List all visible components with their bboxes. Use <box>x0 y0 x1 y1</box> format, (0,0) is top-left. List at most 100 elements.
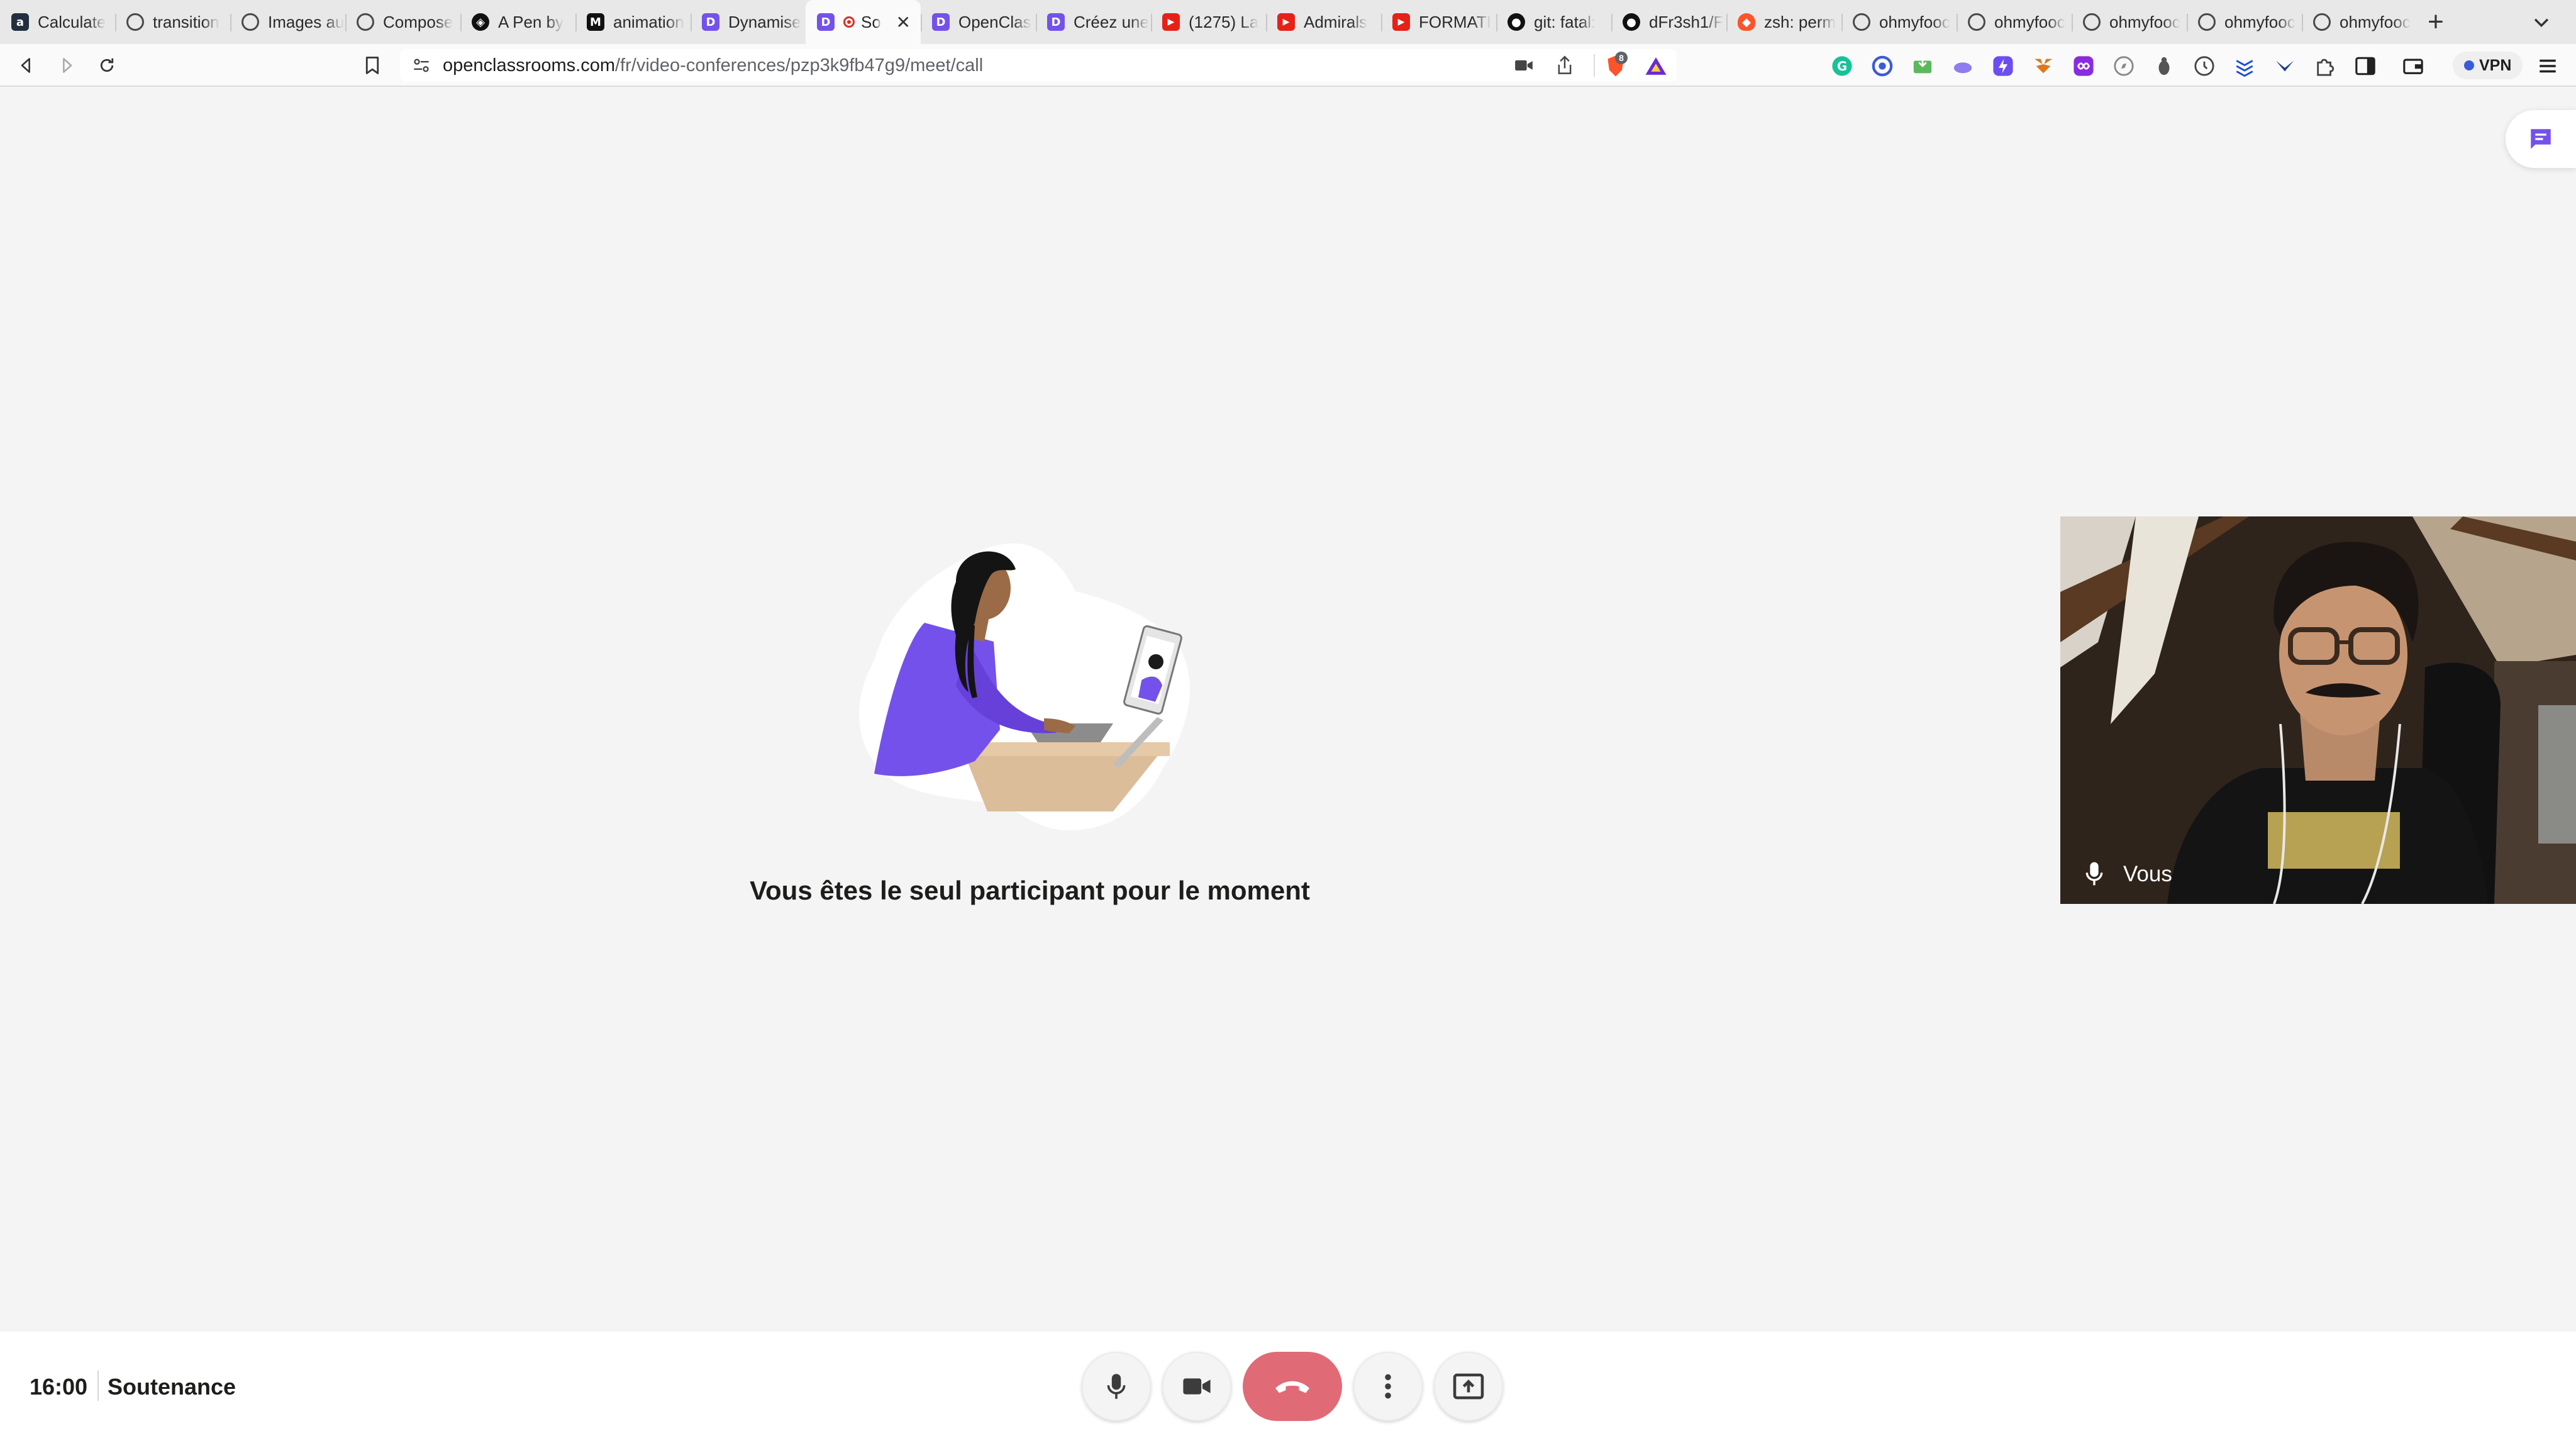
at-icon[interactable] <box>1872 55 1893 77</box>
back-button[interactable] <box>14 53 39 78</box>
github-icon: ● <box>1507 13 1525 31</box>
brave-icon: ◆ <box>1738 13 1755 31</box>
reload-button[interactable] <box>94 53 119 78</box>
layers-extension-icon[interactable] <box>2234 55 2255 77</box>
tab-title: git: fatal: <box>1534 12 1596 31</box>
camera-in-use-icon[interactable] <box>1514 58 1533 73</box>
tab-title: Images au <box>268 12 345 31</box>
divider <box>1594 54 1595 77</box>
history-extension-icon[interactable] <box>2194 55 2215 77</box>
openclassrooms-icon: D <box>932 13 950 31</box>
screen-share-icon <box>1453 1373 1484 1400</box>
more-vertical-icon <box>1385 1374 1391 1399</box>
globe-icon <box>1968 13 1985 31</box>
menu-icon[interactable] <box>2537 55 2558 77</box>
browser-tab[interactable]: ohmyfooc <box>1841 0 1957 44</box>
more-options-button[interactable] <box>1353 1352 1423 1421</box>
browser-tab[interactable]: ohmyfooc <box>1957 0 2072 44</box>
vpn-label: VPN <box>2479 56 2512 74</box>
bird-extension-icon[interactable] <box>2274 55 2296 77</box>
tab-strip: a Calculate transition Images au Compose ◈ A P… <box>0 0 2576 44</box>
self-camera-feed <box>2060 516 2576 904</box>
url-text: openclassrooms.com/fr/video-conferences/… <box>443 55 983 76</box>
globe-icon <box>242 13 259 31</box>
browser-tab[interactable]: Manimation <box>575 0 691 44</box>
image-downloader-icon[interactable] <box>1912 55 1933 77</box>
shields-count-badge: 8 <box>1615 52 1628 64</box>
self-video-tile[interactable]: Vous <box>2060 516 2576 904</box>
forward-arrow-icon <box>63 58 72 73</box>
bookmark-button[interactable] <box>360 53 385 78</box>
microphone-icon <box>2085 862 2103 886</box>
forward-button[interactable] <box>54 53 79 78</box>
browser-tab[interactable]: ▶ FORMATI <box>1381 0 1496 44</box>
site-settings-icon[interactable] <box>413 57 430 74</box>
tab-title: animation <box>613 12 684 31</box>
tab-title: ohmyfooc <box>2224 12 2296 31</box>
svg-text:G: G <box>1837 59 1847 74</box>
compass-extension-icon[interactable] <box>2113 55 2135 77</box>
browser-tab[interactable]: ohmyfooc <box>2187 0 2302 44</box>
toggle-camera-button[interactable] <box>1162 1352 1231 1421</box>
browser-tab[interactable]: Images au <box>230 0 345 44</box>
tab-title: A Pen by <box>498 12 564 31</box>
browser-tab[interactable]: ▶ (1275) La <box>1151 0 1266 44</box>
tab-title: FORMATI <box>1419 12 1492 31</box>
browser-tab[interactable]: ● dFr3sh1/F <box>1611 0 1726 44</box>
browser-tab[interactable]: D Dynamise <box>691 0 806 44</box>
tab-title: zsh: perm <box>1764 12 1836 31</box>
url-path: /fr/video-conferences/pzp3k9fb47g9/meet/… <box>615 55 984 75</box>
sidebar-icon[interactable] <box>2355 55 2376 77</box>
browser-tab[interactable]: a Calculate <box>0 0 115 44</box>
bookmark-icon <box>365 57 379 74</box>
tab-title: dFr3sh1/F <box>1649 12 1724 31</box>
metamask-icon[interactable] <box>2033 55 2054 77</box>
youtube-icon: ▶ <box>1277 13 1295 31</box>
globe-icon <box>2198 13 2216 31</box>
address-bar[interactable]: openclassrooms.com/fr/video-conferences/… <box>400 49 1677 82</box>
vpn-status-icon <box>2464 60 2474 70</box>
browser-tab[interactable]: ◆ zsh: perm <box>1726 0 1841 44</box>
youtube-icon: ▶ <box>1392 13 1410 31</box>
browser-tab[interactable]: D OpenClas <box>921 0 1036 44</box>
phone-hangup-icon <box>1275 1381 1309 1393</box>
tab-title: transition <box>153 12 219 31</box>
extensions-puzzle-icon[interactable] <box>2314 55 2336 77</box>
vpn-button[interactable]: VPN <box>2453 52 2523 79</box>
browser-tab[interactable]: ohmyfooc <box>2302 0 2417 44</box>
new-tab-button[interactable]: + <box>2417 0 2455 44</box>
youtube-icon: ▶ <box>1162 13 1180 31</box>
toggle-microphone-button[interactable] <box>1082 1352 1151 1421</box>
share-screen-button[interactable] <box>1434 1352 1503 1421</box>
chat-icon <box>2531 129 2551 149</box>
browser-tab[interactable]: ● git: fatal: <box>1496 0 1611 44</box>
github-icon: ● <box>1623 13 1640 31</box>
chevron-down-icon[interactable] <box>2531 11 2552 33</box>
browser-tab[interactable]: ▶ Admirals <box>1266 0 1381 44</box>
tab-list: a Calculate transition Images au Compose ◈ A P… <box>0 0 2417 44</box>
bug-icon[interactable] <box>2153 55 2175 77</box>
hang-up-button[interactable] <box>1243 1352 1342 1421</box>
browser-tab[interactable]: D Créez une <box>1036 0 1151 44</box>
browser-tab[interactable]: D So ✕ <box>806 0 921 44</box>
share-icon[interactable] <box>1556 55 1574 75</box>
browser-tab[interactable]: transition <box>115 0 230 44</box>
lightning-extension-icon[interactable] <box>1992 55 2014 77</box>
meeting-title: Soutenance <box>108 1374 236 1400</box>
brave-rewards-icon[interactable] <box>1644 55 1668 77</box>
openclassrooms-icon: D <box>817 13 835 31</box>
solo-participant-message: Vous êtes le seul participant pour le mo… <box>750 876 1310 905</box>
video-camera-icon <box>1183 1378 1211 1395</box>
chat-toggle-button[interactable] <box>2506 110 2576 168</box>
browser-tab[interactable]: ◈ A Pen by <box>460 0 575 44</box>
wallet-icon[interactable] <box>2402 55 2424 77</box>
grammarly-icon[interactable]: G <box>1831 55 1853 77</box>
cloud-extension-icon[interactable] <box>1952 55 1974 77</box>
infinity-extension-icon[interactable] <box>2073 55 2094 77</box>
tab-title: Calculate <box>38 12 106 31</box>
back-arrow-icon <box>21 58 30 73</box>
browser-tab[interactable]: Compose <box>345 0 460 44</box>
tab-title: ohmyfooc <box>1994 12 2065 31</box>
browser-tab[interactable]: ohmyfooc <box>2072 0 2187 44</box>
close-tab-icon[interactable]: ✕ <box>896 12 911 33</box>
